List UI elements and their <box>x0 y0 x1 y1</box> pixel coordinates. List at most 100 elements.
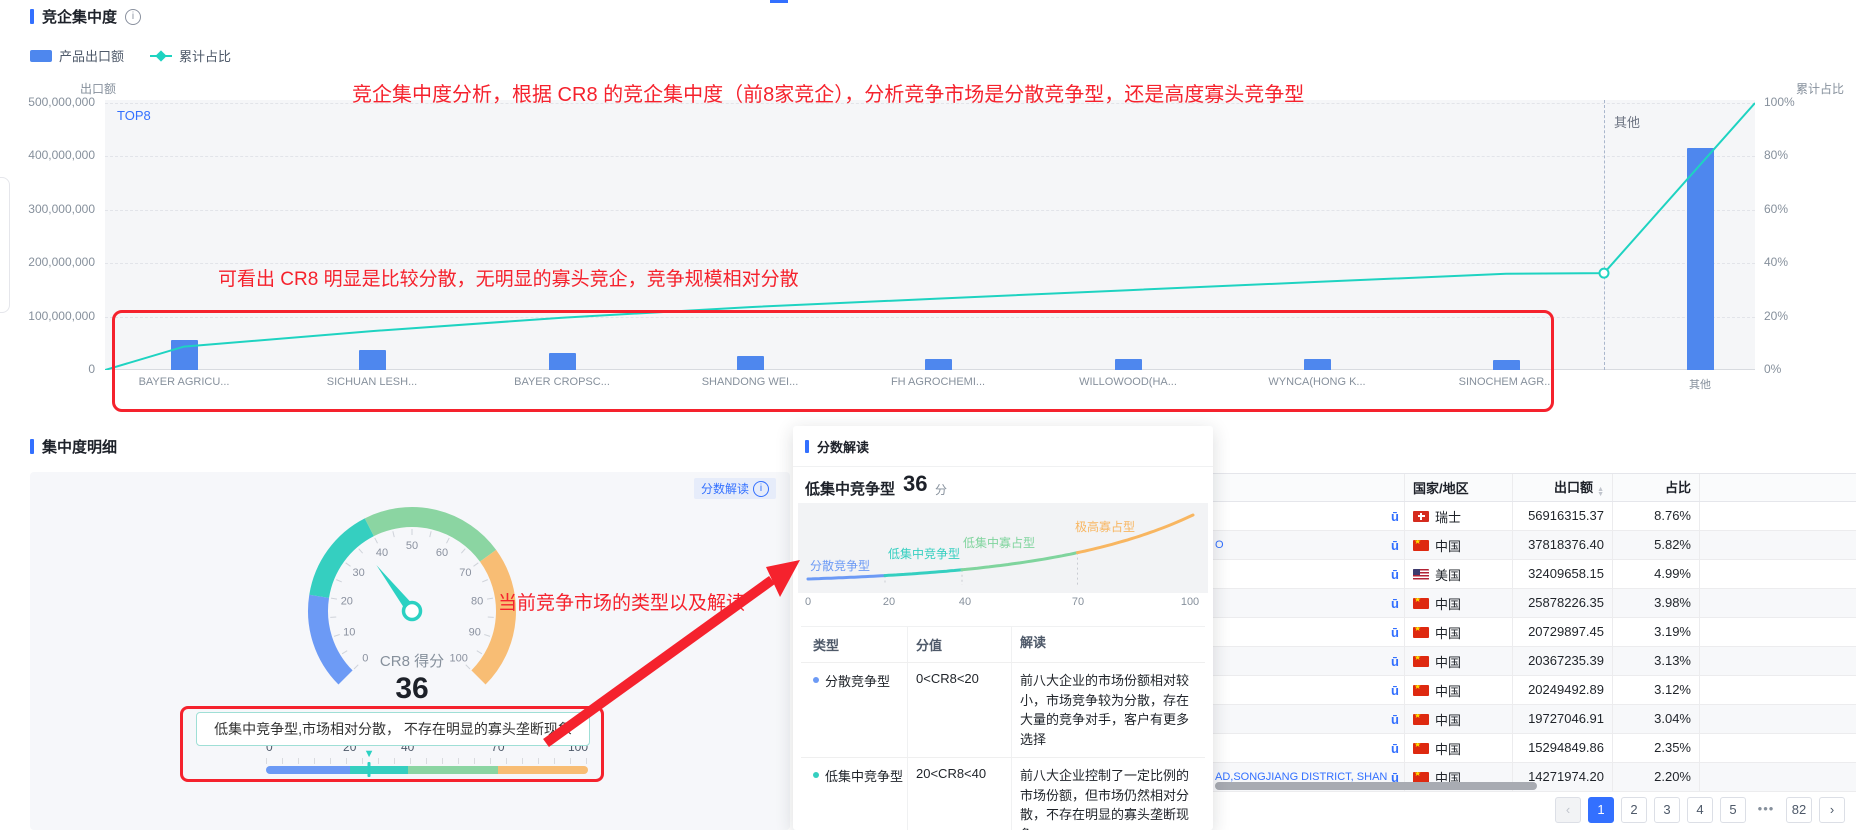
country-label: 中国 <box>1435 681 1461 700</box>
legend-item-cumulative[interactable]: 累计占比 <box>150 46 231 65</box>
trust-link-icon[interactable]: ū <box>1387 509 1404 524</box>
country-label: 瑞士 <box>1435 507 1461 526</box>
export-cell: 19727046.91 <box>1513 705 1613 733</box>
extra-cell <box>1700 647 1856 675</box>
table-row[interactable]: ū中国20729897.453.19% <box>1200 618 1856 647</box>
gauge-tick-label: 40 <box>376 547 388 559</box>
gauge-tick <box>466 665 470 669</box>
trust-link-icon[interactable]: ū <box>1387 538 1404 553</box>
page-button-1[interactable]: 1 <box>1588 797 1614 823</box>
gauge-tick-label: 0 <box>362 653 368 665</box>
top-tab-indicator <box>770 0 788 3</box>
table-row[interactable]: ū中国25878226.353.98% <box>1200 589 1856 618</box>
curve-segment <box>962 553 1078 570</box>
left-tick: 200,000,000 <box>0 255 95 269</box>
share-cell: 3.19% <box>1613 618 1700 646</box>
prev-page-button[interactable]: ‹ <box>1555 797 1581 823</box>
interp-desc-cell: 前八大企业的市场份额相对较小，市场竞争较为分散，存在大量的竞争对手，客户有更多选… <box>1012 663 1205 757</box>
section-accent-bar <box>805 440 809 453</box>
legend-item-export[interactable]: 产品出口额 <box>30 46 124 65</box>
table-row[interactable]: ū瑞士56916315.378.76% <box>1200 502 1856 531</box>
trust-link-icon[interactable]: ū <box>1387 712 1404 727</box>
left-panel-edge <box>0 177 10 313</box>
curve-x-tick: 40 <box>959 596 971 608</box>
interp-header-row: 类型分值解读 <box>801 626 1205 663</box>
gauge-tick-label: 90 <box>469 626 481 638</box>
type-label: 分散竞争型 <box>825 671 890 690</box>
popup-score: 36 <box>903 471 927 497</box>
zone-label: 低集中寡占型 <box>963 534 1035 551</box>
legend-label: 产品出口额 <box>59 46 124 65</box>
country-cell: 中国 <box>1405 589 1513 617</box>
table-row[interactable]: ū中国19727046.913.04% <box>1200 705 1856 734</box>
interp-row: 低集中竞争型20<CR8<40前八大企业控制了一定比例的市场份额，但市场仍然相对… <box>801 758 1205 830</box>
trust-link-icon[interactable]: ū <box>1387 567 1404 582</box>
table-row[interactable]: ū美国32409658.154.99% <box>1200 560 1856 589</box>
gauge-tick <box>461 549 465 554</box>
company-cell: ū <box>1200 734 1405 762</box>
page-button-3[interactable]: 3 <box>1654 797 1680 823</box>
company-cell: ū <box>1200 676 1405 704</box>
page-button-5[interactable]: 5 <box>1720 797 1746 823</box>
annotation-box-bars <box>112 310 1554 412</box>
gauge-tick <box>375 538 378 543</box>
trust-link-icon[interactable]: ū <box>1387 596 1404 611</box>
gauge-tick <box>354 665 358 669</box>
concentration-section-header: 竞企集中度 i <box>30 6 141 27</box>
type-dot-icon <box>813 772 819 778</box>
gauge-tick <box>447 538 450 543</box>
table-row[interactable]: ū中国20249492.893.12% <box>1200 676 1856 705</box>
share-cell: 3.12% <box>1613 676 1700 704</box>
country-cell: 瑞士 <box>1405 502 1513 530</box>
flag-icon-cn <box>1413 540 1429 551</box>
export-header-cell[interactable]: 出口额▲▼ <box>1513 474 1613 501</box>
table-row[interactable]: ū中国20367235.393.13% <box>1200 647 1856 676</box>
next-page-button[interactable]: › <box>1819 797 1845 823</box>
country-header-cell[interactable]: 国家/地区 <box>1405 474 1513 501</box>
page-button-2[interactable]: 2 <box>1621 797 1647 823</box>
extra-cell <box>1700 560 1856 588</box>
company-table: 国家/地区出口额▲▼占比ū瑞士56916315.378.76%Oū中国37818… <box>1200 473 1856 792</box>
sort-icon[interactable]: ▲▼ <box>1597 487 1604 497</box>
page-button-4[interactable]: 4 <box>1687 797 1713 823</box>
extra-header-cell <box>1700 474 1856 501</box>
gauge-arc <box>478 556 506 678</box>
extra-cell <box>1700 618 1856 646</box>
trust-link-icon[interactable]: ū <box>1387 741 1404 756</box>
right-tick: 20% <box>1764 309 1788 323</box>
left-tick: 400,000,000 <box>0 148 95 162</box>
horizontal-scrollbar[interactable] <box>1215 782 1537 790</box>
annotation-top: 竞企集中度分析，根据 CR8 的竞企集中度（前8家竞企），分析竞争市场是分散竞争… <box>352 78 1304 107</box>
share-cell: 3.98% <box>1613 589 1700 617</box>
share-cell: 2.20% <box>1613 763 1700 791</box>
country-cell: 中国 <box>1405 618 1513 646</box>
share-header-cell[interactable]: 占比 <box>1613 474 1700 501</box>
interp-header-cell: 解读 <box>1012 627 1205 662</box>
info-icon[interactable]: i <box>125 9 141 25</box>
gauge-tick <box>346 563 351 567</box>
bar-series-icon <box>30 50 52 62</box>
table-row[interactable]: ū中国15294849.862.35% <box>1200 734 1856 763</box>
company-header-cell <box>1200 474 1405 501</box>
table-row[interactable]: Oū中国37818376.405.82% <box>1200 531 1856 560</box>
company-link-text[interactable]: O <box>1200 539 1387 551</box>
gauge-tick <box>484 634 490 636</box>
extra-cell <box>1700 763 1856 791</box>
score-explain-link[interactable]: 分数解读 i <box>694 478 776 499</box>
right-axis-title: 累计占比 <box>1796 80 1844 97</box>
export-cell: 20367235.39 <box>1513 647 1613 675</box>
trust-link-icon[interactable]: ū <box>1387 683 1404 698</box>
gauge-tick-label: 20 <box>341 596 353 608</box>
trust-link-icon[interactable]: ū <box>1387 654 1404 669</box>
curve-x-tick: 100 <box>1181 596 1199 608</box>
company-cell: ū <box>1200 647 1405 675</box>
score-explain-label: 分数解读 <box>701 480 749 497</box>
trust-link-icon[interactable]: ū <box>1387 625 1404 640</box>
extra-cell <box>1700 589 1856 617</box>
country-label: 美国 <box>1435 565 1461 584</box>
company-cell: Oū <box>1200 531 1405 559</box>
page-button-82[interactable]: 82 <box>1786 797 1812 823</box>
curve-x-tick: 20 <box>883 596 895 608</box>
gauge-tick-label: 100 <box>449 653 467 665</box>
country-label: 中国 <box>1435 623 1461 642</box>
